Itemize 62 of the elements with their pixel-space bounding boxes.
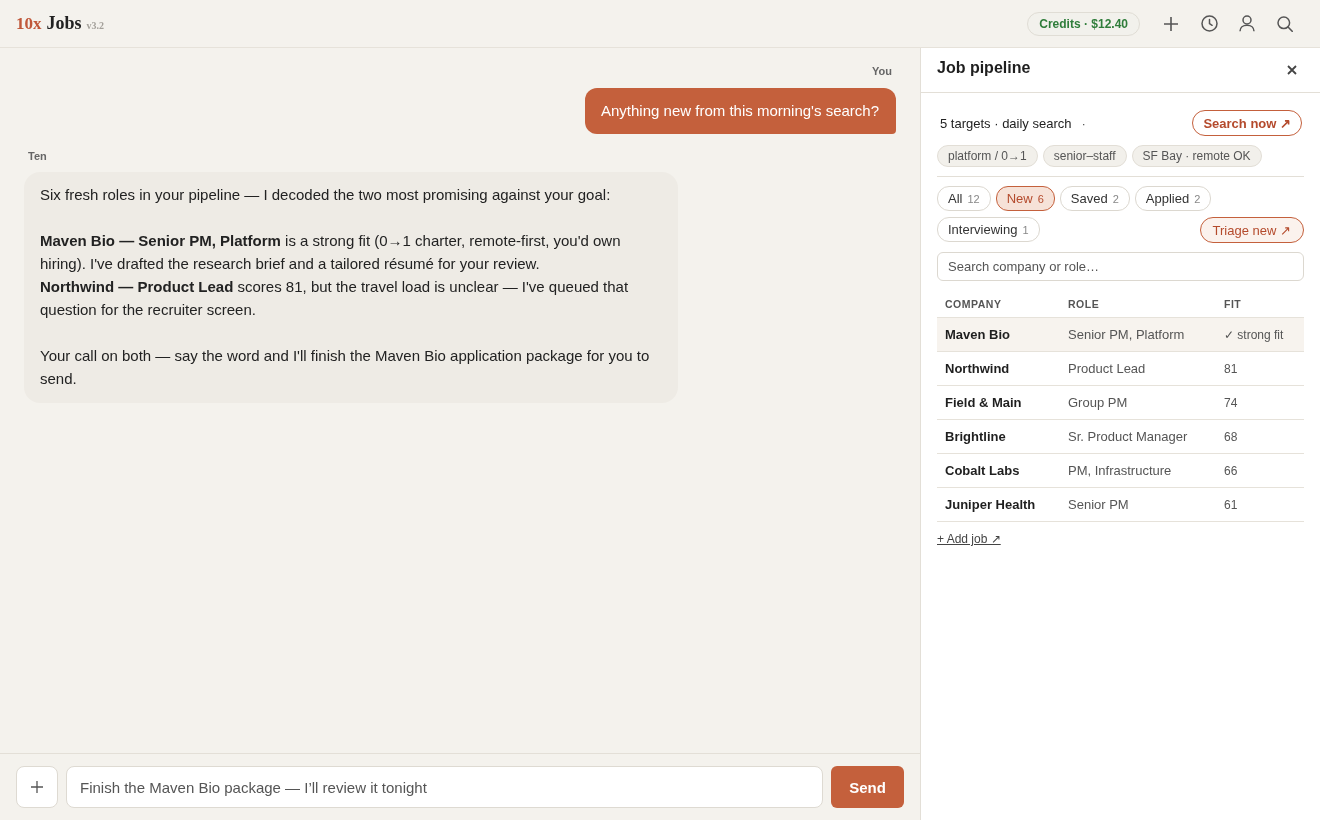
- separator-dot: ·: [1081, 115, 1086, 131]
- search-icon[interactable]: [1277, 15, 1293, 32]
- table-cell: Cobalt Labs: [937, 453, 1060, 488]
- message-author: Ten: [28, 150, 47, 162]
- table-cell: Senior PM: [1060, 487, 1216, 522]
- table-cell: PM, Infrastructure: [1060, 453, 1216, 488]
- table-cell: Group PM: [1060, 385, 1216, 420]
- filter-tab[interactable]: Saved 2: [1059, 186, 1130, 211]
- message-text: Anything new from this morning's search?: [601, 101, 879, 121]
- user-icon[interactable]: [1239, 15, 1255, 32]
- message-text: Maven Bio — Senior PM, Platform is a strong fit (0→1 charter, remote-first, you'd own hiring). I've drafted the research brief and a tailored résumé for your review.: [40, 231, 622, 274]
- search-field[interactable]: Search company or role…: [937, 252, 1304, 281]
- table-cell: Juniper Health: [937, 487, 1060, 522]
- message-author: You: [872, 65, 892, 77]
- table-row[interactable]: Northwind Product Lead 81: [937, 351, 1304, 386]
- table-cell: Sr. Product Manager: [1060, 419, 1216, 454]
- search-summary: 5 targets · daily search: [940, 115, 1072, 131]
- table-cell: Field & Main: [937, 385, 1060, 420]
- tag-chip: SF Bay · remote OK: [1131, 145, 1262, 167]
- logo-wordmark: Jobs: [46, 13, 82, 34]
- filter-tab[interactable]: All 12: [937, 186, 991, 211]
- table-cell: ✓ strong fit: [1216, 317, 1304, 352]
- table-cell: Product Lead: [1060, 351, 1216, 386]
- credits-button[interactable]: Credits · $12.40: [1027, 11, 1140, 36]
- table-row[interactable]: Cobalt Labs PM, Infrastructure 66: [937, 453, 1304, 488]
- table-cell: 66: [1216, 453, 1304, 488]
- table-cell: 74: [1216, 385, 1304, 420]
- search-now-button[interactable]: Search now ↗: [1192, 110, 1302, 136]
- triage-button[interactable]: Triage new ↗: [1199, 217, 1304, 243]
- message-text: Northwind — Product Lead scores 81, but the travel load is unclear — I've queued that question for the recruiter screen.: [40, 277, 630, 320]
- message-input[interactable]: Finish the Maven Bio package — I’ll review it tonight: [66, 766, 823, 808]
- column-header: FIT: [1216, 292, 1304, 318]
- logo-mark: 10x: [16, 14, 42, 34]
- table-cell: Maven Bio: [937, 317, 1060, 352]
- clock-icon[interactable]: [1200, 15, 1218, 32]
- column-header: COMPANY: [937, 292, 1060, 318]
- table-cell: 61: [1216, 487, 1304, 522]
- column-header: ROLE: [1060, 292, 1216, 318]
- table-row[interactable]: Field & Main Group PM 74: [937, 385, 1304, 420]
- table-row[interactable]: Juniper Health Senior PM 61: [937, 487, 1304, 522]
- table-cell: 81: [1216, 351, 1304, 386]
- table-cell: Northwind: [937, 351, 1060, 386]
- table-row[interactable]: Maven Bio Senior PM, Platform ✓ strong fit: [937, 317, 1304, 352]
- filter-tab[interactable]: New 6: [995, 186, 1055, 211]
- table-cell: Senior PM, Platform: [1060, 317, 1216, 352]
- add-button[interactable]: [16, 766, 58, 808]
- plus-icon: [31, 781, 43, 793]
- send-button[interactable]: Send: [831, 766, 904, 808]
- filter-tab[interactable]: Interviewing 1: [937, 217, 1040, 242]
- table-cell: Brightline: [937, 419, 1060, 454]
- table-row[interactable]: Brightline Sr. Product Manager 68: [937, 419, 1304, 454]
- tag-chip: platform / 0→1: [937, 145, 1038, 167]
- close-icon[interactable]: [1287, 65, 1297, 75]
- version-label: v3.2: [86, 20, 104, 31]
- tag-chip: senior–staff: [1042, 145, 1127, 167]
- add-job-link[interactable]: + Add job ↗: [937, 532, 1001, 546]
- message-text: Your call on both — say the word and I'll finish the Maven Bio application package for you to send.: [40, 346, 651, 389]
- panel-title: Job pipeline: [937, 59, 1031, 77]
- filter-tab[interactable]: Applied 2: [1134, 186, 1212, 211]
- table-cell: 68: [1216, 419, 1304, 454]
- message-text: Six fresh roles in your pipeline — I decoded the two most promising against your goal:: [40, 185, 612, 205]
- plus-icon[interactable]: [1163, 15, 1179, 32]
